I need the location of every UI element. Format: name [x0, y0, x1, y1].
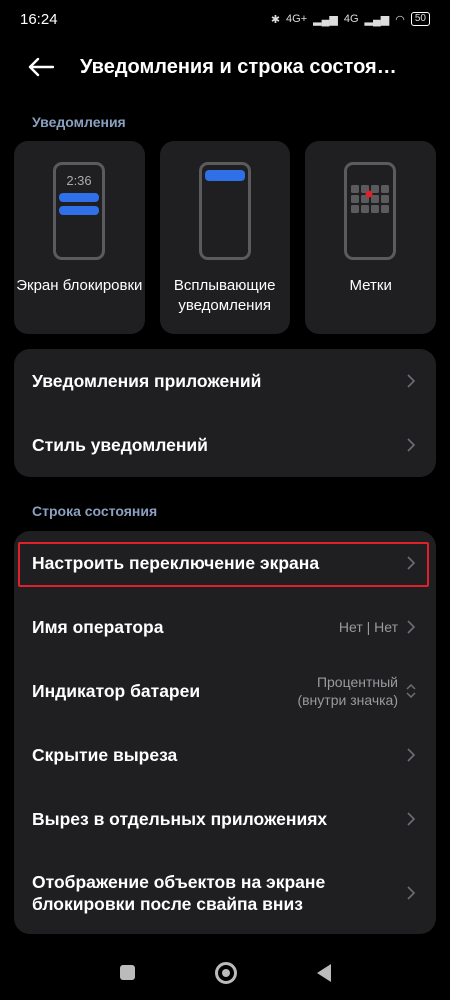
row-label: Имя оператора: [32, 617, 164, 637]
lock-screen-illustration: 2:36: [53, 162, 105, 260]
section-label-notifications: Уведомления: [32, 114, 126, 130]
status-bar: 16:24 ✱ 4G+ ▂▄▆ 4G ▂▄▆ ◠ 50: [0, 0, 450, 38]
tile-label: Всплывающие уведомления: [173, 277, 276, 314]
row-battery-indicator[interactable]: Индикатор батареи Процентный (внутри зна…: [14, 659, 436, 723]
chevron-right-icon: [407, 556, 416, 570]
network-type-2: 4G: [343, 13, 359, 25]
notification-bar-graphic: [59, 193, 99, 202]
row-label: Отображение объектов на экране блокировк…: [32, 871, 326, 914]
row-lockscreen-swipe-items[interactable]: Отображение объектов на экране блокировк…: [14, 851, 436, 934]
notification-bar-graphic: [59, 206, 99, 215]
recent-apps-button[interactable]: [119, 965, 135, 980]
bluetooth-icon: ✱: [270, 13, 281, 26]
notification-style-tiles: 2:36 Экран блокировки Всплывающие уведом…: [14, 141, 437, 334]
top-app-bar: Уведомления и строка состоя…: [0, 38, 450, 96]
wifi-icon: ◠: [395, 13, 405, 26]
tile-floating-notifications[interactable]: Всплывающие уведомления: [159, 141, 291, 334]
chevron-right-icon: [407, 885, 416, 900]
network-type: 4G+: [286, 13, 308, 25]
tile-badges[interactable]: Метки: [305, 141, 437, 334]
lock-screen-clock: 2:36: [66, 173, 92, 188]
tile-label: Метки: [349, 277, 392, 294]
notifications-settings-card: Уведомления приложений Стиль уведомлений: [14, 349, 436, 477]
row-label: Уведомления приложений: [32, 371, 262, 391]
row-value: Нет | Нет: [338, 619, 398, 635]
notification-bar-graphic: [204, 170, 245, 181]
status-icons: ✱ 4G+ ▂▄▆ 4G ▂▄▆ ◠ 50: [271, 12, 430, 26]
status-bar-settings-card: Настроить переключение экрана Имя операт…: [14, 531, 436, 934]
row-carrier-name[interactable]: Имя оператора Нет | Нет: [14, 595, 436, 659]
home-button[interactable]: [214, 961, 237, 984]
system-nav-bar: [0, 945, 450, 1000]
chevron-right-icon: [407, 748, 416, 762]
row-value: Процентный (внутри значка): [297, 674, 398, 708]
status-time: 16:24: [20, 10, 58, 28]
nav-back-button[interactable]: [316, 963, 331, 982]
tile-lock-screen[interactable]: 2:36 Экран блокировки: [14, 141, 145, 334]
section-label-status-bar: Строка состояния: [32, 503, 158, 519]
chevron-right-icon: [407, 374, 416, 388]
signal-icon-2: ▂▄▆: [364, 13, 390, 26]
row-label: Индикатор батареи: [32, 681, 201, 701]
chevron-right-icon: [407, 620, 416, 634]
battery-icon: 50: [410, 12, 430, 26]
floating-notification-illustration: [198, 162, 251, 260]
back-button[interactable]: [0, 38, 80, 96]
back-arrow-icon: [28, 57, 54, 77]
signal-icon: ▂▄▆: [313, 13, 338, 26]
row-label: Стиль уведомлений: [32, 435, 208, 455]
chevron-updown-icon: [406, 684, 416, 698]
row-notification-style[interactable]: Стиль уведомлений: [14, 413, 436, 477]
row-label: Вырез в отдельных приложениях: [32, 809, 328, 829]
page-title: Уведомления и строка состоя…: [80, 55, 397, 78]
badges-illustration: [344, 162, 397, 260]
chevron-right-icon: [407, 438, 416, 452]
row-label: Настроить переключение экрана: [32, 553, 320, 573]
chevron-right-icon: [407, 812, 416, 826]
tile-label: Экран блокировки: [16, 277, 143, 294]
row-screen-switch[interactable]: Настроить переключение экрана: [14, 531, 436, 595]
row-notch-per-app[interactable]: Вырез в отдельных приложениях: [14, 787, 436, 851]
app-grid-icon: [351, 185, 390, 213]
row-app-notifications[interactable]: Уведомления приложений: [14, 349, 436, 413]
row-notch-hiding[interactable]: Скрытие выреза: [14, 723, 436, 787]
row-label: Скрытие выреза: [32, 745, 178, 765]
